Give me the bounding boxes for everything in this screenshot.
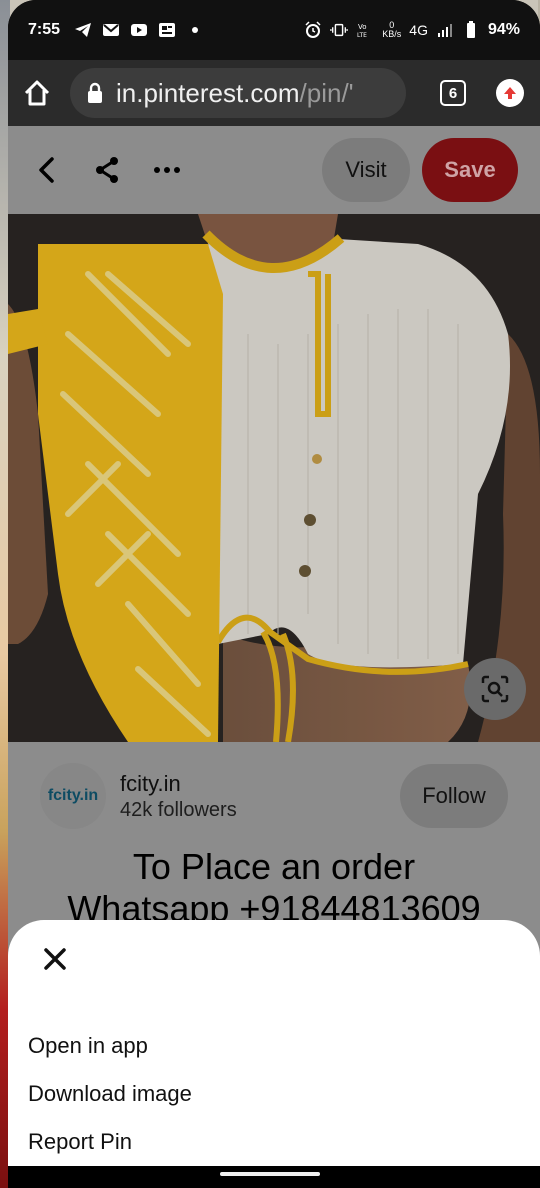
pin-title: To Place an order Whatsapp +91844813609 [8,846,540,930]
close-icon[interactable] [40,944,70,974]
sheet-menu: Open in app Download image Report Pin [28,1022,520,1166]
visual-search-button[interactable] [464,658,526,720]
network-type: 4G [409,22,428,38]
visit-button[interactable]: Visit [322,138,410,202]
creator-row: fcity.in fcity.in 42k followers Follow [8,742,540,850]
gmail-icon [102,22,120,38]
pin-title-line1: To Place an order [132,846,416,887]
signal-icon [436,22,454,38]
volte-icon: Vo LTE [356,22,374,39]
alarm-icon [304,21,322,38]
status-bar: 7:55 Vo LTE 0 KB/s 4G 94% [8,0,540,60]
report-pin-item[interactable]: Report Pin [28,1118,520,1166]
data-speed: 0 KB/s [382,21,401,39]
gesture-nav-bar [8,1166,540,1188]
notification-dot-icon [186,22,204,38]
youtube-icon [130,22,148,38]
update-icon[interactable] [496,79,524,107]
telegram-icon [74,22,92,38]
vibrate-icon [330,22,349,38]
pin-image[interactable] [8,214,540,742]
battery-icon [462,21,480,38]
address-bar[interactable]: in.pinterest.com/pin/' [70,68,406,118]
browser-window: 7:55 Vo LTE 0 KB/s 4G 94% in.pinterest.c… [8,0,540,1188]
status-time: 7:55 [28,21,61,38]
save-button[interactable]: Save [422,138,518,202]
battery-percent: 94% [487,21,520,38]
news-app-icon [158,22,176,38]
back-icon[interactable] [30,153,64,187]
url-path: /pin/' [299,77,354,108]
avatar[interactable]: fcity.in [40,763,106,829]
data-speed-unit: KB/s [382,29,402,39]
home-icon[interactable] [22,78,52,108]
open-in-app-item[interactable]: Open in app [28,1022,520,1070]
more-options-icon[interactable] [150,153,184,187]
svg-text:Vo: Vo [358,23,367,31]
follow-button[interactable]: Follow [400,764,508,828]
svg-text:LTE: LTE [357,32,367,39]
tab-switcher-button[interactable]: 6 [440,80,466,106]
share-icon[interactable] [90,153,124,187]
creator-name[interactable]: fcity.in [120,771,237,797]
pin-toolbar: Visit Save [8,126,540,214]
download-image-item[interactable]: Download image [28,1070,520,1118]
follower-count: 42k followers [120,798,237,821]
options-bottom-sheet: Open in app Download image Report Pin [8,920,540,1170]
lock-icon [86,82,104,104]
browser-toolbar: in.pinterest.com/pin/' 6 [8,60,540,126]
creator-info: fcity.in 42k followers [120,771,237,822]
home-gesture-handle[interactable] [220,1172,320,1176]
url-host: in.pinterest.com [116,77,300,108]
